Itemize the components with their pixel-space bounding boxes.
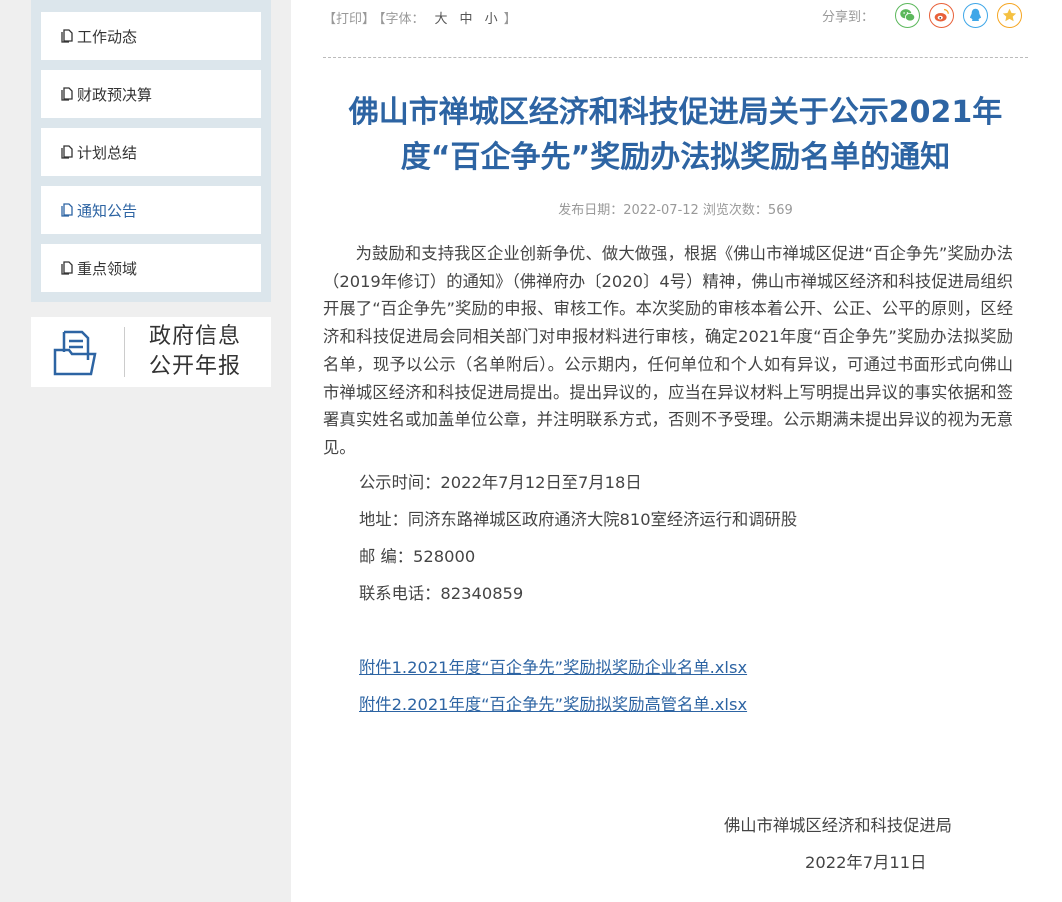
font-medium-button[interactable]: 中 xyxy=(460,12,473,27)
sidebar-item-label: 工作动态 xyxy=(77,27,138,46)
page-title: 佛山市禅城区经济和科技促进局关于公示2021年 度“百企争先”奖励办法拟奖励名单… xyxy=(348,95,1003,175)
sidebar-item-work-news[interactable]: 工作动态 xyxy=(41,12,261,60)
document-icon xyxy=(61,203,73,217)
divider xyxy=(124,327,125,377)
attachment-link-2[interactable]: 附件2.2021年度“百企争先”奖励拟奖励高管名单.xlsx xyxy=(323,691,747,715)
body-paragraph: 为鼓励和支持我区企业创新争优、做大做强，根据《佛山市禅城区促进“百企争先”奖励办… xyxy=(323,244,1013,457)
sidebar-item-label: 财政预决算 xyxy=(77,85,153,104)
notice-period: 公示时间：2022年7月12日至7月18日 xyxy=(359,473,642,492)
share-bar: 分享到： xyxy=(822,3,1022,28)
sidebar-item-label: 重点领域 xyxy=(77,259,138,278)
divider xyxy=(323,57,1028,58)
document-icon xyxy=(61,145,73,159)
sidebar-item-budget[interactable]: 财政预决算 xyxy=(41,70,261,118)
folder-document-icon xyxy=(52,328,98,376)
address: 地址：同济东路禅城区政府通济大院810室经济运行和调研股 xyxy=(359,510,798,529)
signature: 佛山市禅城区经济和科技促进局 xyxy=(724,816,952,835)
attachment-link-1[interactable]: 附件1.2021年度“百企争先”奖励拟奖励企业名单.xlsx xyxy=(323,654,747,678)
qzone-icon[interactable] xyxy=(997,3,1022,28)
qq-icon[interactable] xyxy=(963,3,988,28)
sidebar-item-label: 计划总结 xyxy=(77,143,138,162)
sidebar-item-notices[interactable]: 通知公告 xyxy=(41,186,261,234)
weibo-icon[interactable] xyxy=(929,3,954,28)
share-label: 分享到： xyxy=(821,10,874,25)
font-small-button[interactable]: 小 xyxy=(485,12,498,27)
phone: 联系电话：82340859 xyxy=(359,584,524,603)
font-large-button[interactable]: 大 xyxy=(435,12,448,27)
font-size-close: 】 xyxy=(503,12,517,27)
font-size-label: 【字体： xyxy=(379,12,425,27)
sidebar-item-label: 通知公告 xyxy=(77,201,138,220)
postcode: 邮 编：528000 xyxy=(359,547,476,566)
annual-report-title: 政府信息 公开年报 xyxy=(149,324,242,379)
sidebar-nav: 工作动态 财政预决算 计划总结 通知公告 重点领域 xyxy=(31,0,271,302)
article-body: 为鼓励和支持我区企业创新争优、做大做强，根据《佛山市禅城区促进“百企争先”奖励办… xyxy=(323,240,1013,462)
document-icon xyxy=(61,87,73,101)
article-toolbar: 【打印】 【字体： 大中小】 xyxy=(323,8,521,27)
wechat-icon[interactable] xyxy=(895,3,920,28)
article-panel: 【打印】 【字体： 大中小】 分享到： 佛山市禅城区经济和科技促进局关于公示2021… xyxy=(291,0,1062,902)
print-button[interactable]: 【打印】 xyxy=(323,12,375,27)
signature-date: 2022年7月11日 xyxy=(805,853,927,872)
sidebar-item-plan-summary[interactable]: 计划总结 xyxy=(41,128,261,176)
document-icon xyxy=(61,261,73,275)
document-icon xyxy=(61,29,73,43)
annual-report-link[interactable]: 政府信息 公开年报 xyxy=(31,317,271,387)
article-meta: 发布日期：2022-07-12 浏览次数：569 xyxy=(558,203,793,218)
sidebar-item-key-areas[interactable]: 重点领域 xyxy=(41,244,261,292)
